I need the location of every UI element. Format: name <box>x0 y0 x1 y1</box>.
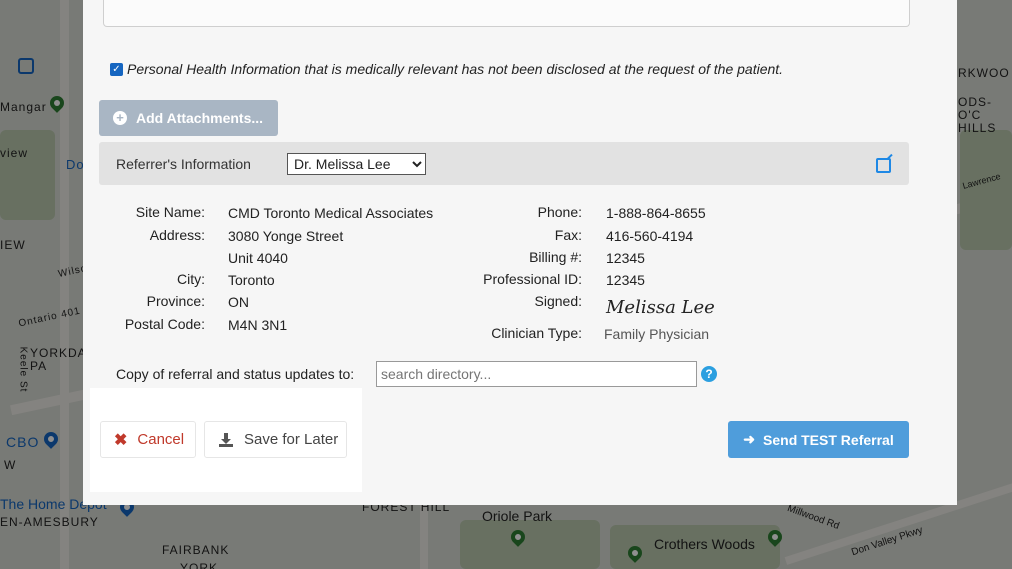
prof-id-label: Professional ID: <box>483 271 582 287</box>
site-name-value: CMD Toronto Medical Associates <box>228 205 434 221</box>
signed-label: Signed: <box>534 293 582 309</box>
download-icon <box>219 432 233 447</box>
fax-label: Fax: <box>554 227 582 243</box>
referrer-select[interactable]: Dr. Melissa Lee <box>287 153 426 175</box>
site-name-label: Site Name: <box>135 204 205 220</box>
address-line2: Unit 4040 <box>228 250 288 266</box>
address-line1: 3080 Yonge Street <box>228 228 344 244</box>
save-for-later-button[interactable]: Save for Later <box>204 421 347 458</box>
phone-label: Phone: <box>537 204 582 220</box>
prof-id-value: 12345 <box>606 272 645 288</box>
save-label: Save for Later <box>244 431 339 448</box>
add-attachments-label: Add Attachments... <box>136 110 264 126</box>
send-label: Send TEST Referral <box>763 431 894 448</box>
phi-label: Personal Health Information that is medi… <box>127 61 784 77</box>
referrer-heading: Referrer's Information <box>116 156 251 172</box>
checkbox-checked-icon[interactable]: ✓ <box>110 62 123 76</box>
referrer-header: Referrer's Information Dr. Melissa Lee <box>99 142 909 185</box>
phone-value: 1-888-864-8655 <box>606 205 706 221</box>
province-label: Province: <box>146 293 205 309</box>
cancel-label: Cancel <box>137 431 185 448</box>
edit-icon[interactable] <box>876 158 891 173</box>
copy-to-label: Copy of referral and status updates to: <box>116 366 355 382</box>
postal-label: Postal Code: <box>124 316 205 332</box>
clinician-type-value: Family Physician <box>604 326 710 342</box>
help-icon[interactable]: ? <box>701 366 717 382</box>
postal-value: M4N 3N1 <box>228 317 288 333</box>
cancel-button[interactable]: ✖ Cancel <box>100 421 196 458</box>
city-value: Toronto <box>228 272 275 288</box>
phi-checkbox-row[interactable]: ✓ Personal Health Information that is me… <box>110 61 783 77</box>
clinician-type-label: Clinician Type: <box>491 325 582 341</box>
plus-circle-icon: + <box>113 111 127 125</box>
billing-value: 12345 <box>606 250 645 266</box>
address-label: Address: <box>149 227 205 243</box>
province-value: ON <box>228 294 249 310</box>
close-icon: ✖ <box>114 431 128 449</box>
billing-label: Billing #: <box>529 249 582 265</box>
fax-value: 416-560-4194 <box>606 228 694 244</box>
send-test-referral-button[interactable]: ➜ Send TEST Referral <box>728 421 909 458</box>
city-label: City: <box>177 271 205 287</box>
search-directory-input[interactable] <box>376 361 697 387</box>
signature: Melissa Lee <box>606 297 715 318</box>
arrow-right-icon: ➜ <box>743 431 756 447</box>
notes-textarea[interactable] <box>103 0 910 27</box>
add-attachments-button[interactable]: + Add Attachments... <box>99 100 278 136</box>
